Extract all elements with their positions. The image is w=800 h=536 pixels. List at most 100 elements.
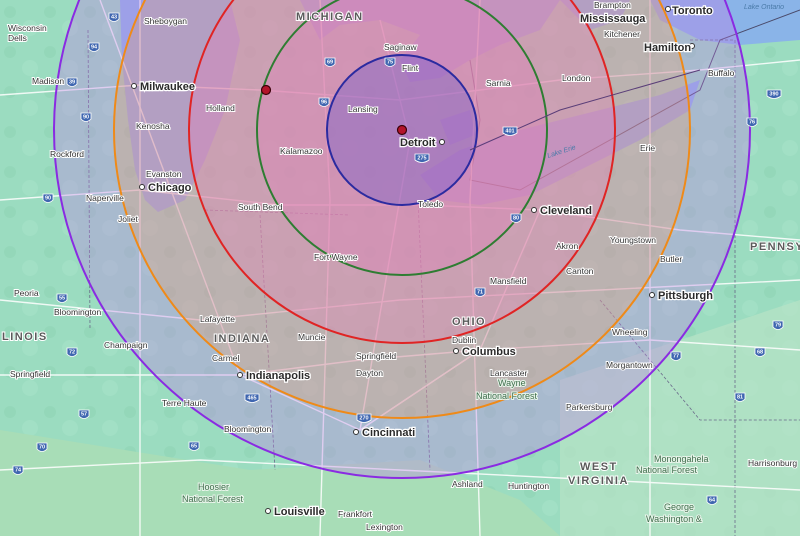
city-frankfort[interactable]: Frankfort — [337, 508, 374, 520]
city-bloomington-il[interactable]: Bloomington — [53, 306, 103, 318]
interstate-64-shield-icon: 64 — [706, 495, 718, 505]
interstate-80-shield-icon: 80 — [510, 213, 522, 223]
city-chicago[interactable]: Chicago — [147, 181, 193, 196]
city-wisconsin-dells-2[interactable]: Dells — [7, 32, 28, 44]
city-london[interactable]: London — [561, 72, 592, 84]
interstate-68-shield-icon: 68 — [754, 347, 766, 357]
forest-hoosier-1: Hoosier — [198, 482, 229, 492]
forest-george-washington-1: George — [664, 502, 694, 512]
interstate-shield-label: 43 — [111, 15, 117, 21]
map-canvas[interactable]: 94 43 39 90 55 74 72 57 70 65 69 96 75 80 71 76 79 68 77 81… — [0, 0, 800, 536]
city-cincinnati[interactable]: Cincinnati — [361, 426, 417, 441]
interstate-465-shield-icon: 465 — [244, 393, 260, 403]
interstate-75-shield-icon: 75 — [384, 57, 396, 67]
city-evanston[interactable]: Evanston — [145, 168, 183, 180]
interstate-shield-label: 70 — [39, 445, 45, 451]
city-brampton[interactable]: Brampton — [593, 0, 632, 11]
interstate-81-shield-icon: 81 — [734, 392, 746, 402]
interstate-76-shield-icon: 76 — [746, 117, 758, 127]
city-louisville[interactable]: Louisville — [273, 505, 326, 520]
city-parkersburg[interactable]: Parkersburg — [565, 401, 614, 413]
forest-george-washington-2: Washington & — [646, 514, 702, 524]
city-kalamazoo[interactable]: Kalamazoo — [279, 145, 324, 157]
interstate-shield-label: 76 — [749, 120, 755, 126]
city-saginaw[interactable]: Saginaw — [383, 41, 418, 53]
city-ashland[interactable]: Ashland — [451, 478, 484, 490]
city-champaign[interactable]: Champaign — [103, 339, 149, 351]
city-springfield-il[interactable]: Springfield — [9, 368, 51, 380]
city-joliet[interactable]: Joliet — [117, 213, 139, 225]
city-erie[interactable]: Erie — [639, 142, 656, 154]
city-morgantown[interactable]: Morgantown — [605, 359, 654, 371]
interstate-shield-label: 90 — [83, 115, 89, 121]
city-columbus[interactable]: Columbus — [461, 345, 517, 360]
city-hamilton[interactable]: Hamilton — [643, 41, 693, 56]
city-naperville[interactable]: Naperville — [85, 192, 125, 204]
city-pittsburgh[interactable]: Pittsburgh — [657, 289, 715, 304]
marker-holland[interactable] — [260, 84, 272, 96]
city-kitchener[interactable]: Kitchener — [603, 28, 641, 40]
interstate-401-shield-icon: 401 — [502, 126, 518, 136]
city-madison[interactable]: Madison — [31, 75, 65, 87]
city-lafayette[interactable]: Lafayette — [199, 313, 236, 325]
city-youngstown[interactable]: Youngstown — [609, 234, 657, 246]
city-springfield-oh[interactable]: Springfield — [355, 350, 397, 362]
interstate-43-shield-icon: 43 — [108, 12, 120, 22]
interstate-390-shield-icon: 390 — [766, 89, 782, 99]
city-kenosha[interactable]: Kenosha — [135, 120, 171, 132]
city-wisconsin-dells-1[interactable]: Wisconsin — [7, 22, 48, 34]
city-toledo[interactable]: Toledo — [417, 198, 444, 210]
forest-wayne-2: National Forest — [476, 391, 538, 401]
interstate-shield-label: 57 — [81, 412, 87, 418]
city-sheboygan[interactable]: Sheboygan — [143, 15, 188, 27]
city-dublin[interactable]: Dublin — [451, 334, 477, 346]
interstate-90-shield-icon: 90 — [80, 112, 92, 122]
city-lancaster[interactable]: Lancaster — [489, 367, 528, 379]
forest-wayne-1: Wayne — [498, 378, 526, 388]
city-buffalo[interactable]: Buffalo — [707, 67, 736, 79]
city-holland[interactable]: Holland — [205, 102, 236, 114]
city-mansfield[interactable]: Mansfield — [489, 275, 528, 287]
city-butler[interactable]: Butler — [659, 253, 683, 265]
interstate-shield-label: 275 — [417, 156, 426, 162]
interstate-57-shield-icon: 57 — [78, 409, 90, 419]
city-terre-haute[interactable]: Terre Haute — [161, 397, 208, 409]
city-detroit[interactable]: Detroit — [399, 136, 437, 151]
city-mississauga[interactable]: Mississauga — [579, 12, 648, 27]
city-milwaukee[interactable]: Milwaukee — [139, 80, 197, 95]
city-indianapolis[interactable]: Indianapolis — [245, 369, 312, 384]
city-south-bend[interactable]: South Bend — [237, 201, 284, 213]
region-indiana: INDIANA — [214, 333, 270, 345]
city-rockford[interactable]: Rockford — [49, 148, 85, 160]
region-illinois: LINOIS — [2, 331, 48, 343]
interstate-shield-label: 390 — [769, 92, 778, 98]
city-fort-wayne[interactable]: Fort Wayne — [313, 251, 359, 263]
interstate-shield-label: 39 — [69, 80, 75, 86]
city-peoria[interactable]: Peoria — [13, 287, 40, 299]
region-west-virginia-1: WEST — [580, 461, 618, 473]
city-sarnia[interactable]: Sarnia — [485, 77, 512, 89]
city-lexington[interactable]: Lexington — [365, 521, 404, 533]
city-wheeling[interactable]: Wheeling — [611, 326, 649, 338]
city-flint[interactable]: Flint — [401, 62, 420, 74]
city-lansing[interactable]: Lansing — [347, 103, 379, 115]
city-akron[interactable]: Akron — [555, 240, 579, 252]
city-toronto[interactable]: Toronto — [671, 4, 715, 19]
interstate-shield-label: 90 — [45, 196, 51, 202]
interstate-270-shield-icon: 270 — [356, 413, 372, 423]
interstate-71-shield-icon: 71 — [474, 287, 486, 297]
interstate-79-shield-icon: 79 — [772, 320, 784, 330]
water-lake-ontario: Lake Ontario — [744, 4, 784, 11]
city-carmel[interactable]: Carmel — [211, 352, 241, 364]
city-huntington[interactable]: Huntington — [507, 480, 550, 492]
interstate-shield-label: 81 — [737, 395, 743, 401]
city-muncie[interactable]: Muncie — [297, 331, 327, 343]
city-harrisonburg[interactable]: Harrisonburg — [747, 457, 798, 469]
marker-detroit[interactable] — [396, 124, 408, 136]
interstate-shield-label: 77 — [673, 354, 679, 360]
city-bloomington-in[interactable]: Bloomington — [223, 423, 273, 435]
city-cleveland[interactable]: Cleveland — [539, 204, 593, 219]
city-canton[interactable]: Canton — [565, 265, 595, 277]
city-dayton[interactable]: Dayton — [355, 367, 384, 379]
interstate-65-shield-icon: 65 — [188, 441, 200, 451]
